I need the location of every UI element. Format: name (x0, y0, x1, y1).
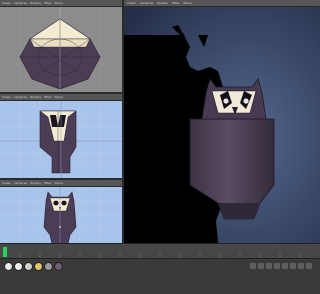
menu-cameras[interactable]: Cameras (14, 94, 27, 100)
material-swatch[interactable] (14, 262, 23, 271)
timeline-ruler (0, 245, 320, 259)
menu-cameras[interactable]: Cameras (140, 0, 153, 6)
perspective-render (124, 7, 320, 243)
viewport-front-canvas[interactable] (0, 187, 122, 243)
menu-panel[interactable]: Panel (55, 0, 63, 6)
viewport-side[interactable]: Views Cameras Display Filter Panel (0, 94, 122, 178)
viewport-side-menubar: Views Cameras Display Filter Panel (0, 94, 122, 101)
viewport-front-menubar: Views Cameras Display Filter Panel (0, 180, 122, 187)
menu-views[interactable]: Views (2, 0, 11, 6)
menu-views[interactable]: Views (2, 94, 11, 100)
record-button[interactable] (290, 263, 296, 269)
material-swatch[interactable] (24, 262, 33, 271)
top-view-model (0, 7, 122, 92)
menu-filter[interactable]: Filter (44, 94, 51, 100)
menu-display[interactable]: Display (157, 0, 168, 6)
menu-panel[interactable]: Panel (55, 180, 63, 186)
next-frame-button[interactable] (274, 263, 280, 269)
viewport-front[interactable]: Views Cameras Display Filter Panel (0, 180, 122, 243)
play-button[interactable] (266, 263, 272, 269)
menu-views[interactable]: Views (2, 180, 11, 186)
bottom-toolbar (0, 258, 320, 294)
timeline[interactable] (0, 243, 320, 259)
menu-cameras[interactable]: Cameras (14, 180, 27, 186)
material-swatch[interactable] (4, 262, 13, 271)
front-view-model (0, 187, 122, 243)
material-swatch[interactable] (54, 262, 63, 271)
viewport-top[interactable]: Views Cameras Display Filter Panel (0, 0, 122, 92)
material-swatch[interactable] (44, 262, 53, 271)
side-view-model (0, 101, 122, 178)
menu-panel[interactable]: Panel (184, 0, 192, 6)
timeline-options-button[interactable] (306, 263, 312, 269)
viewport-side-canvas[interactable] (0, 101, 122, 178)
viewport-top-menubar: Views Cameras Display Filter Panel (0, 0, 122, 7)
menu-filter[interactable]: Filter (44, 0, 51, 6)
menu-filter[interactable]: Filter (172, 0, 179, 6)
menu-filter[interactable]: Filter (44, 180, 51, 186)
playhead[interactable] (3, 247, 7, 257)
viewport-top-canvas[interactable] (0, 7, 122, 92)
go-to-start-button[interactable] (250, 263, 256, 269)
menu-panel[interactable]: Panel (55, 94, 63, 100)
viewport-perspective-menubar: Views Cameras Display Filter Panel (124, 0, 320, 7)
previous-frame-button[interactable] (258, 263, 264, 269)
viewport-perspective[interactable] (124, 7, 320, 243)
go-to-end-button[interactable] (282, 263, 288, 269)
material-swatch[interactable] (34, 262, 43, 271)
menu-display[interactable]: Display (30, 0, 41, 6)
settings-button[interactable] (298, 263, 304, 269)
menu-views[interactable]: Views (127, 0, 136, 6)
menu-display[interactable]: Display (30, 94, 41, 100)
menu-cameras[interactable]: Cameras (14, 0, 27, 6)
menu-display[interactable]: Display (30, 180, 41, 186)
